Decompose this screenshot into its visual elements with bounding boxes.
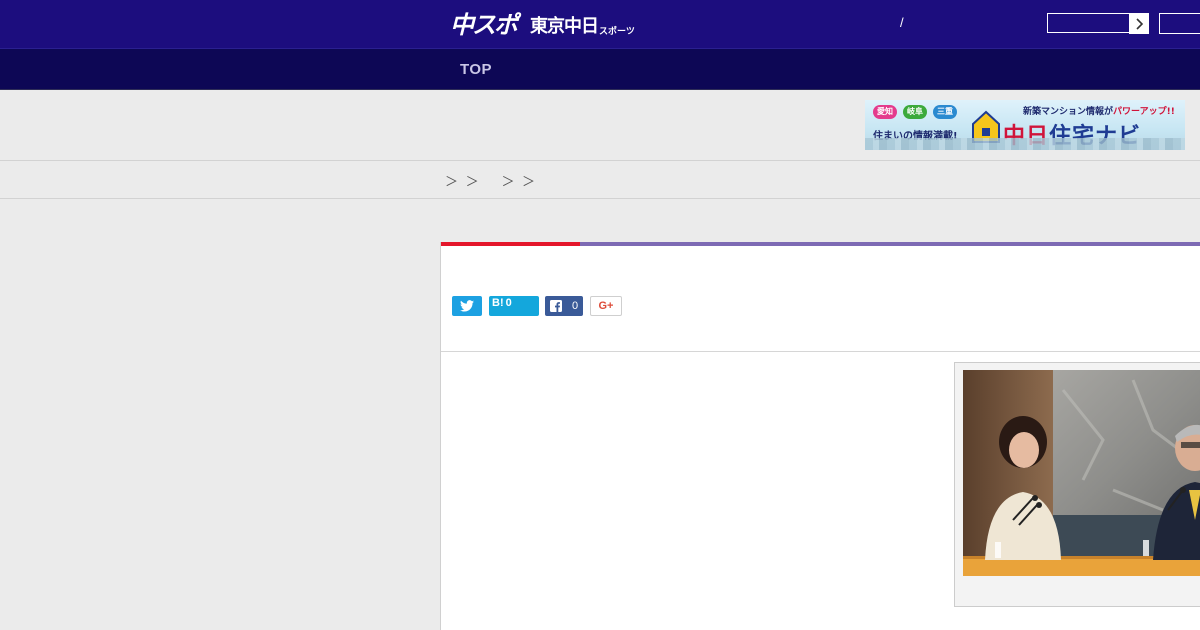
banner-headline-prefix: 新築マンション情報が	[1023, 107, 1114, 117]
twitter-bird-icon	[460, 300, 474, 312]
site-logo[interactable]: 中スポ 東京中日 スポーツ	[450, 9, 635, 39]
google-plus-label: G+	[598, 300, 614, 312]
facebook-f-icon	[550, 300, 562, 312]
article-accent-red	[441, 242, 580, 246]
nav-divider	[0, 89, 1200, 90]
article-photo[interactable]	[963, 370, 1200, 576]
chevron-right-icon	[1136, 17, 1144, 30]
header-separator: /	[900, 15, 904, 30]
logo-tokyo-chunichi: 東京中日	[530, 16, 599, 37]
twitter-share-button[interactable]	[452, 296, 482, 316]
search-button[interactable]	[1129, 13, 1149, 34]
nav-item-top[interactable]: TOP	[460, 61, 492, 78]
banner-headline-accent: パワーアップ!!	[1113, 107, 1175, 117]
logo-chuspo: 中スポ	[450, 11, 518, 39]
logo-sports: スポーツ	[599, 27, 635, 37]
article-photo-frame	[954, 362, 1200, 607]
main-nav: TOP	[0, 48, 1200, 89]
breadcrumb[interactable]: ＞ ＞ ＞ ＞	[445, 171, 535, 190]
banner-pill-aichi: 愛知	[873, 105, 897, 119]
facebook-share-button[interactable]: 0	[545, 296, 583, 316]
section-divider-bottom	[0, 198, 1200, 199]
banner-headline: 新築マンション情報がパワーアップ!!	[1023, 104, 1175, 117]
google-plus-share-button[interactable]: G+	[590, 296, 622, 316]
banner-pill-mie: 三重	[933, 105, 957, 119]
hatena-bookmark-button[interactable]: B! 0	[489, 296, 539, 316]
article-card: B! 0 0 G+	[440, 242, 1200, 630]
search-input[interactable]	[1047, 13, 1129, 33]
site-header: 中スポ 東京中日 スポーツ /	[0, 0, 1200, 48]
article-header-divider	[441, 351, 1200, 352]
article-accent-purple	[580, 242, 1200, 246]
housing-navi-banner[interactable]: 愛知 岐阜 三重 住まいの情報満載! 新築マンション情報がパワーアップ!! 中日…	[865, 100, 1185, 150]
banner-cityscape	[865, 138, 1185, 150]
facebook-count: 0	[572, 300, 579, 312]
login-button[interactable]	[1159, 13, 1200, 34]
hatena-label: B!	[492, 297, 504, 309]
section-divider-top	[0, 160, 1200, 161]
hatena-count: 0	[505, 297, 512, 309]
press-conference-photo	[963, 370, 1200, 576]
banner-pill-gifu: 岐阜	[903, 105, 927, 119]
